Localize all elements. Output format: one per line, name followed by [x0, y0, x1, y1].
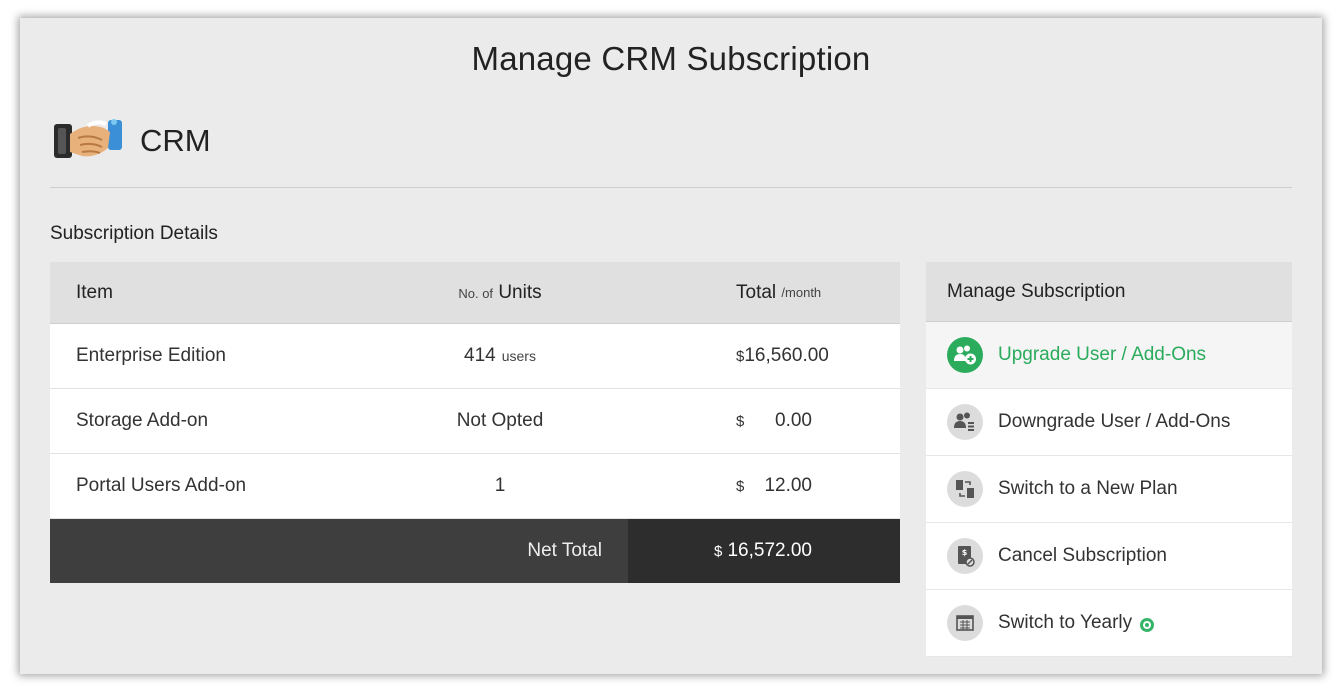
product-header: CRM [52, 110, 211, 172]
row-item: Storage Add-on [76, 410, 209, 431]
discount-badge-icon [1140, 618, 1155, 632]
cancel-subscription-icon: $ [947, 538, 983, 574]
row-units: 1 [350, 475, 650, 497]
handshake-icon [54, 119, 122, 158]
downgrade-users-button[interactable]: Downgrade User / Add-Ons [926, 389, 1292, 456]
row-total: $ 0.00 [650, 389, 900, 453]
cancel-subscription-button[interactable]: $ Cancel Subscription [926, 523, 1292, 590]
table-row: Storage Add-on Not Opted $ 0.00 [50, 389, 900, 454]
table-header: Item No. of Units Total /month [50, 262, 900, 324]
switch-plan-button[interactable]: Switch to a New Plan [926, 456, 1292, 523]
cancel-subscription-label: Cancel Subscription [998, 545, 1167, 566]
row-currency: $ [736, 477, 745, 495]
table-row: Portal Users Add-on 1 $ 12.00 [50, 454, 900, 519]
row-total: $ 12.00 [650, 454, 900, 518]
row-currency: $ [736, 412, 745, 430]
row-item: Portal Users Add-on [76, 475, 247, 496]
row-units-value: 414 [464, 345, 496, 366]
subscription-panel: Manage CRM Subscription CRM Subscription… [20, 18, 1322, 674]
divider [50, 187, 1292, 188]
column-item: Item [76, 281, 113, 303]
switch-to-yearly-label: Switch to Yearly [998, 612, 1133, 633]
column-units-prefix: No. of [458, 285, 494, 301]
manage-subscription-panel: Manage Subscription Upgrade User / Add-O… [926, 262, 1292, 657]
switch-plan-icon [947, 471, 983, 507]
calendar-icon [947, 605, 983, 641]
downgrade-users-label: Downgrade User / Add-Ons [998, 411, 1231, 432]
row-amount: 12.00 [764, 475, 812, 496]
upgrade-users-button[interactable]: Upgrade User / Add-Ons [926, 322, 1292, 389]
row-units: Not Opted [350, 410, 650, 432]
section-title: Subscription Details [50, 223, 218, 244]
row-item: Enterprise Edition [76, 345, 226, 366]
row-units: 414 users [350, 345, 650, 367]
manage-subscription-title: Manage Subscription [926, 262, 1292, 322]
row-units-value: 1 [494, 475, 506, 496]
subscription-table: Item No. of Units Total /month Enterpris… [50, 262, 900, 583]
downgrade-users-icon [947, 404, 983, 440]
column-total-suffix: /month [781, 285, 822, 300]
column-total: Total /month [650, 262, 900, 323]
switch-plan-label: Switch to a New Plan [998, 478, 1178, 499]
upgrade-users-label: Upgrade User / Add-Ons [998, 344, 1207, 365]
upgrade-users-icon [947, 337, 983, 373]
net-total-amount: 16,572.00 [727, 540, 812, 561]
row-amount: 0.00 [775, 410, 812, 431]
row-units-suffix: users [501, 348, 536, 364]
product-name: CRM [140, 123, 211, 158]
net-total-label: Net Total [527, 540, 602, 561]
table-row: Enterprise Edition 414 users $ 16,560.00 [50, 324, 900, 389]
row-total: $ 16,560.00 [650, 324, 900, 388]
page-title: Manage CRM Subscription [471, 40, 871, 77]
svg-text:$: $ [962, 548, 968, 557]
column-units: No. of Units [350, 282, 650, 304]
row-currency: $ [736, 347, 745, 365]
row-amount: 16,560.00 [744, 345, 829, 366]
switch-to-yearly-button[interactable]: Switch to Yearly [926, 590, 1292, 657]
row-units-value: Not Opted [456, 410, 544, 431]
net-total-currency: $ [714, 542, 723, 560]
column-total-label: Total [736, 281, 777, 303]
net-total-row: Net Total $ 16,572.00 [50, 519, 900, 583]
column-units-label: Units [498, 281, 542, 303]
net-total-value: $ 16,572.00 [628, 519, 900, 583]
